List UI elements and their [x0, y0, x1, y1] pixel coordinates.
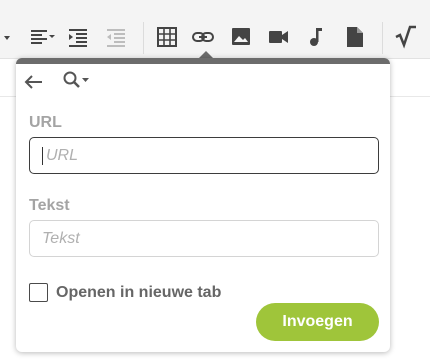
- music-note-icon[interactable]: [305, 24, 335, 54]
- square-root-icon[interactable]: [394, 24, 424, 54]
- popup-top-bar: [16, 58, 390, 64]
- align-left-dropdown-icon[interactable]: [28, 24, 58, 54]
- text-label: Tekst: [29, 197, 70, 214]
- text-caret: [42, 146, 43, 165]
- image-icon[interactable]: [229, 24, 259, 54]
- file-icon[interactable]: [343, 24, 373, 54]
- link-icon[interactable]: [191, 24, 221, 54]
- text-input[interactable]: Tekst: [29, 220, 379, 257]
- insert-button[interactable]: Invoegen: [256, 303, 379, 341]
- toolbar-separator: [382, 22, 383, 54]
- open-new-tab-label[interactable]: Openen in nieuwe tab: [56, 284, 221, 302]
- toolbar-separator: [143, 22, 144, 54]
- table-icon[interactable]: [155, 24, 185, 54]
- popup-pointer-arrow: [199, 51, 213, 58]
- list-dropdown-caret-icon[interactable]: [0, 24, 16, 54]
- open-new-tab-checkbox[interactable]: [29, 283, 48, 302]
- indent-icon[interactable]: [66, 24, 96, 54]
- outdent-icon[interactable]: [104, 24, 134, 54]
- url-label: URL: [29, 114, 62, 131]
- url-input[interactable]: URL: [29, 137, 379, 174]
- video-icon[interactable]: [266, 24, 296, 54]
- editor-toolbar: [0, 0, 430, 59]
- text-placeholder: Tekst: [42, 229, 80, 247]
- url-placeholder: URL: [46, 146, 79, 164]
- arrow-left-icon[interactable]: [22, 72, 46, 92]
- search-dropdown-icon[interactable]: [62, 70, 94, 92]
